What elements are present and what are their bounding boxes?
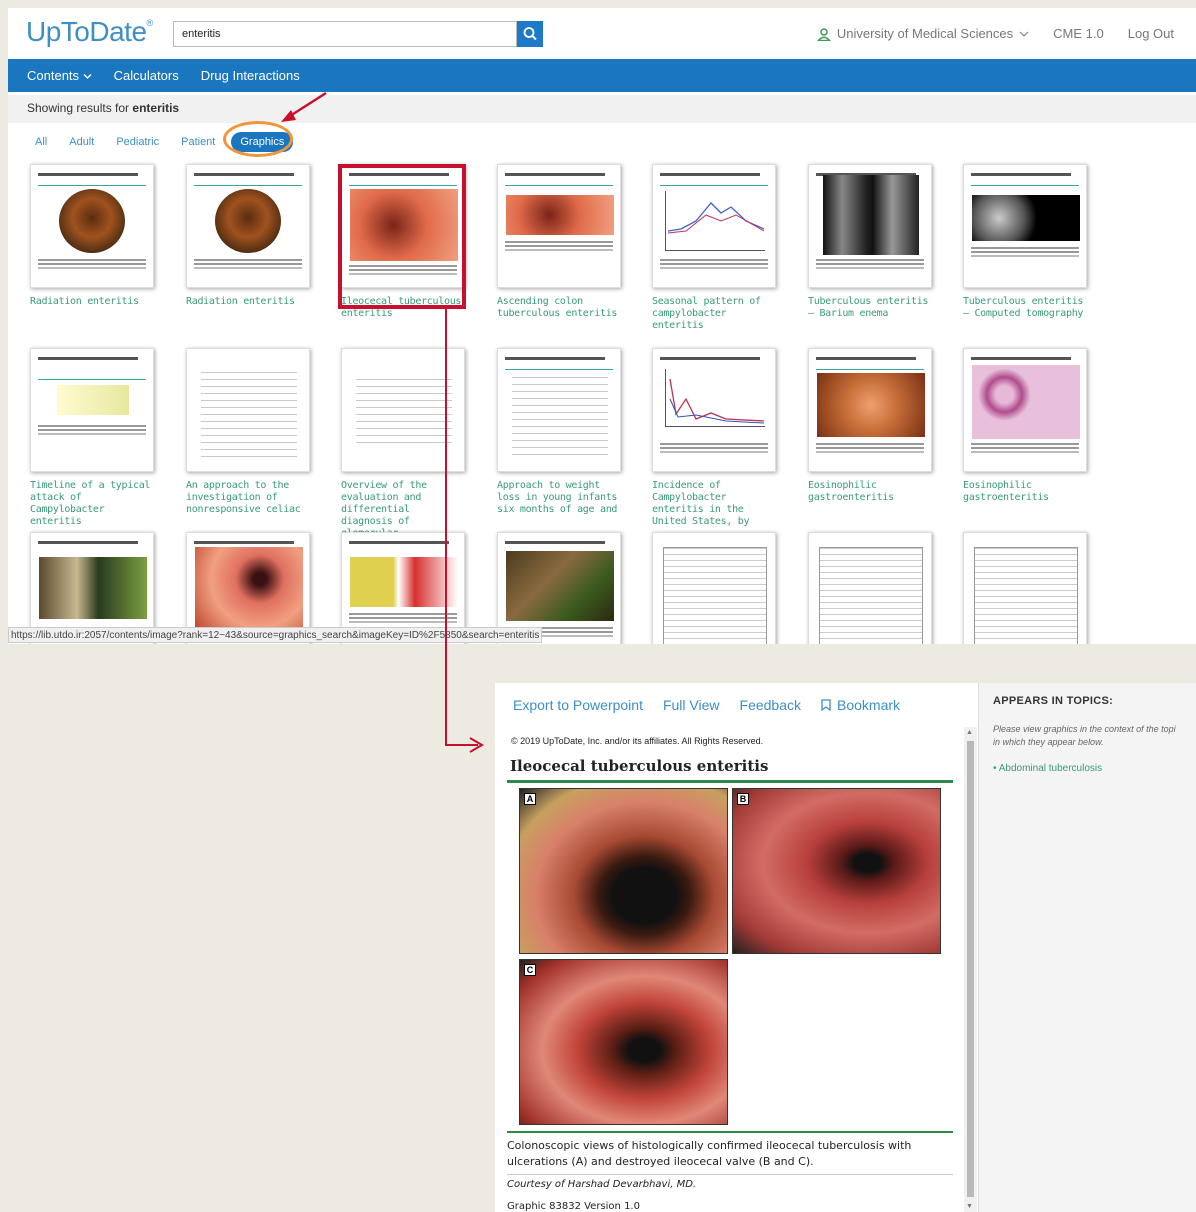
annotation-overlay (281, 91, 484, 753)
callout-arrow-to-graphics-tab (281, 91, 327, 122)
connector-arrow (445, 309, 484, 753)
